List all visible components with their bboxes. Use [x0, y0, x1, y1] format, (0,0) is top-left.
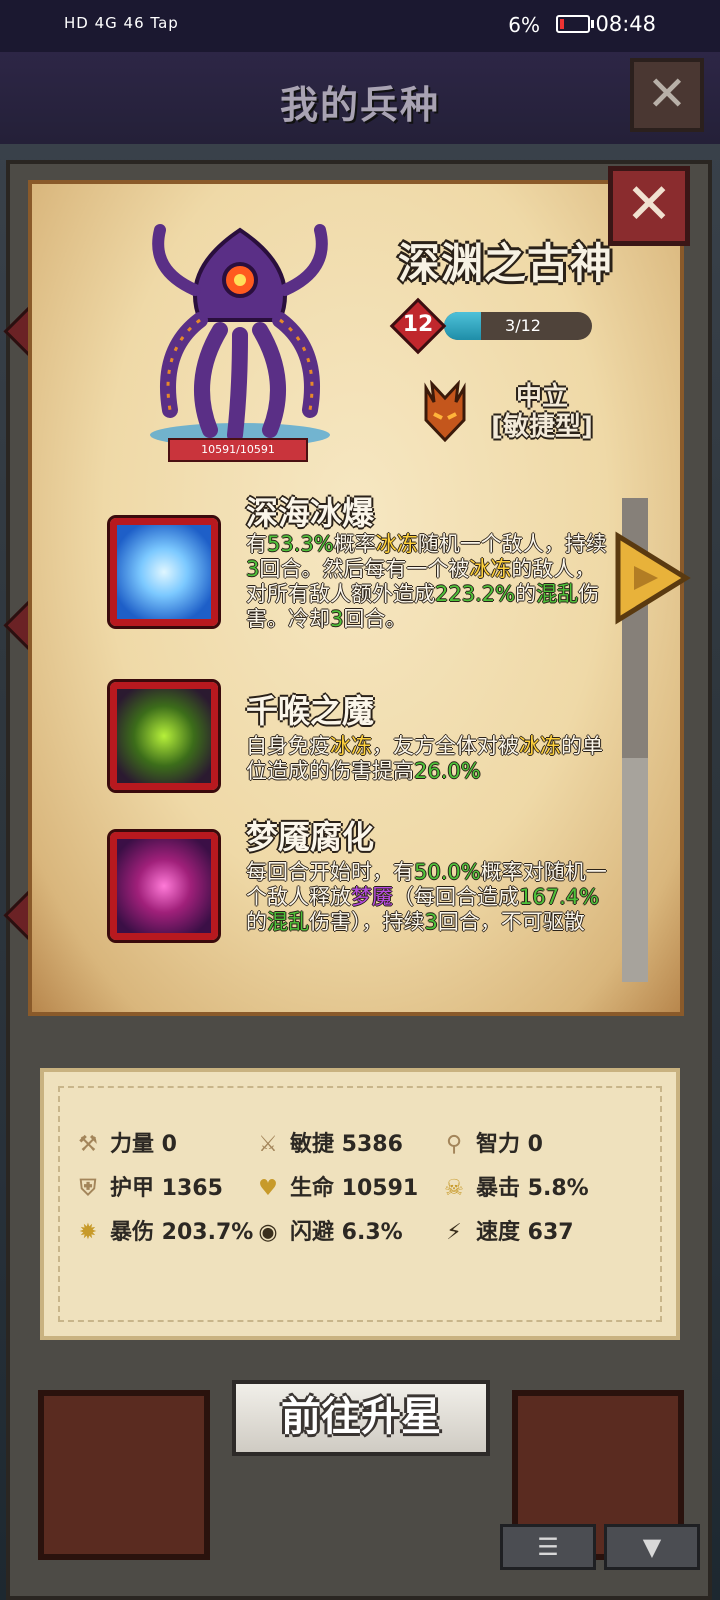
stat-eye: ◉ 闪避 6.3%	[254, 1214, 403, 1246]
skull-icon: ☠	[444, 1176, 464, 1201]
stat-value: 5386	[341, 1132, 403, 1157]
stat-axe: ⚒ 力量 0	[74, 1126, 177, 1158]
clock: 08:48	[595, 12, 656, 36]
signal-indicators: HD 4G 46 Tap	[64, 14, 179, 32]
skill-keyword: 冰冻	[469, 557, 512, 581]
status-bar: HD 4G 46 Tap 6% 08:48	[0, 0, 720, 52]
stat-value: 6.3%	[341, 1220, 403, 1245]
skill-title: 千喉之魔	[246, 692, 375, 730]
skill-keyword: 混乱	[536, 582, 579, 606]
skill-text: 伤害），持续	[309, 910, 425, 934]
upgrade-star-button[interactable]: 前往升星	[232, 1380, 490, 1456]
skill-keyword: 3	[330, 607, 344, 631]
stats-panel-border	[58, 1086, 662, 1322]
skill-text: 概率	[333, 532, 376, 556]
stat-heart: ♥ 生命 10591	[254, 1170, 418, 1202]
staff-icon: ⚲	[445, 1132, 463, 1157]
stat-label: 护甲	[110, 1176, 162, 1201]
skill-text: 的	[515, 582, 537, 606]
xp-bar: 3/12	[444, 312, 592, 340]
stat-value: 10591	[341, 1176, 419, 1201]
stat-value: 0	[527, 1132, 543, 1157]
stat-shield: ⛨ 护甲 1365	[74, 1170, 223, 1202]
unit-type: [敏捷型]	[491, 412, 593, 442]
level-number: 12	[402, 312, 434, 337]
shield-icon: ⛨	[79, 1176, 97, 1201]
battery-tip	[591, 20, 594, 28]
stat-label: 暴击	[476, 1176, 528, 1201]
skill-keyword: 26.0%	[414, 759, 481, 783]
skill-keyword: 冰冻	[375, 532, 418, 556]
next-unit-arrow-icon[interactable]	[612, 530, 692, 626]
skill-title: 梦魇腐化	[246, 818, 375, 856]
maw-skill-icon[interactable]	[107, 679, 221, 793]
skill-text: 每回合开始时，有	[246, 860, 414, 884]
stat-value: 5.8%	[527, 1176, 589, 1201]
stat-label: 智力	[476, 1132, 528, 1157]
ice-burst-skill-icon[interactable]	[107, 515, 221, 629]
filter-button[interactable]: ▼	[604, 1524, 700, 1570]
skill-text: 的	[246, 910, 267, 934]
unit-hp-bar: 10591/10591	[168, 438, 308, 462]
close-page-button[interactable]: ✕	[630, 58, 704, 132]
eye-icon: ◉	[258, 1220, 278, 1245]
battery-percent: 6%	[508, 13, 540, 37]
stat-value: 1365	[161, 1176, 223, 1201]
skill-keyword: 53.3%	[267, 532, 334, 556]
stat-label: 暴伤	[110, 1220, 162, 1245]
stat-value: 0	[161, 1132, 177, 1157]
skill-text: （每回合造成	[393, 885, 519, 909]
skill-description: 自身免疫冰冻，友方全体对被冰冻的单位造成的伤害提高26.0%	[246, 734, 612, 784]
unit-hp-text: 10591/10591	[201, 443, 275, 456]
nightmare-skill-icon[interactable]	[107, 829, 221, 943]
sword-icon: ⚔	[258, 1132, 278, 1157]
stat-label: 敏捷	[290, 1132, 342, 1157]
skill-text: ，友方全体对被	[372, 734, 519, 758]
stat-label: 闪避	[290, 1220, 342, 1245]
skill-keyword: 冰冻	[519, 734, 561, 758]
axe-icon: ⚒	[78, 1132, 98, 1157]
unit-card[interactable]	[38, 1390, 210, 1560]
stat-value: 637	[527, 1220, 574, 1245]
stat-label: 速度	[476, 1220, 528, 1245]
page-title: 我的兵种	[279, 83, 440, 127]
list-view-button[interactable]: ☰	[500, 1524, 596, 1570]
skill-keyword: 冰冻	[330, 734, 372, 758]
skill-keyword: 3	[246, 557, 260, 581]
stat-burst: ✹ 暴伤 203.7%	[74, 1214, 254, 1246]
burst-icon: ✹	[78, 1220, 98, 1245]
skill-keyword: 167.4%	[519, 885, 600, 909]
stat-sword: ⚔ 敏捷 5386	[254, 1126, 403, 1158]
xp-text: 3/12	[505, 316, 541, 335]
stat-label: 生命	[290, 1176, 342, 1201]
skill-keyword: 混乱	[267, 910, 309, 934]
stat-staff: ⚲ 智力 0	[440, 1126, 543, 1158]
skill-keyword: 3	[424, 910, 438, 934]
unit-name: 深渊之古神	[398, 239, 614, 288]
stat-lightning: ⚡ 速度 637	[440, 1214, 574, 1246]
skill-keyword: 梦魇	[351, 885, 393, 909]
skill-text: 回合。然后每有一个被	[259, 557, 470, 581]
stat-skull: ☠ 暴击 5.8%	[440, 1170, 589, 1202]
stat-label: 力量	[110, 1132, 162, 1157]
skill-text: 随机一个敌人，持续	[417, 532, 607, 556]
skill-text: 回合。	[343, 607, 407, 631]
battery-icon	[556, 15, 590, 33]
unit-class: 中立 [敏捷型]	[462, 382, 622, 442]
skill-title: 深海冰爆	[246, 494, 375, 532]
skill-keyword: 223.2%	[435, 582, 516, 606]
unit-portrait	[150, 224, 330, 447]
unit-alignment: 中立	[515, 382, 568, 412]
skill-description: 每回合开始时，有50.0%概率对随机一个敌人释放梦魇（每回合造成167.4%的混…	[246, 860, 612, 935]
skill-description: 有53.3%概率冰冻随机一个敌人，持续3回合。然后每有一个被冰冻的敌人，对所有敌…	[246, 532, 612, 632]
skill-text: 有	[246, 532, 267, 556]
close-detail-button[interactable]: ✕	[608, 166, 690, 246]
skill-text: 自身免疫	[246, 734, 330, 758]
heart-icon: ♥	[258, 1176, 278, 1201]
lightning-icon: ⚡	[446, 1220, 462, 1245]
skill-keyword: 50.0%	[414, 860, 481, 884]
stat-value: 203.7%	[161, 1220, 254, 1245]
top-bar: 我的兵种 ✕	[0, 52, 720, 144]
skill-text: 回合，不可驱散	[437, 910, 585, 934]
